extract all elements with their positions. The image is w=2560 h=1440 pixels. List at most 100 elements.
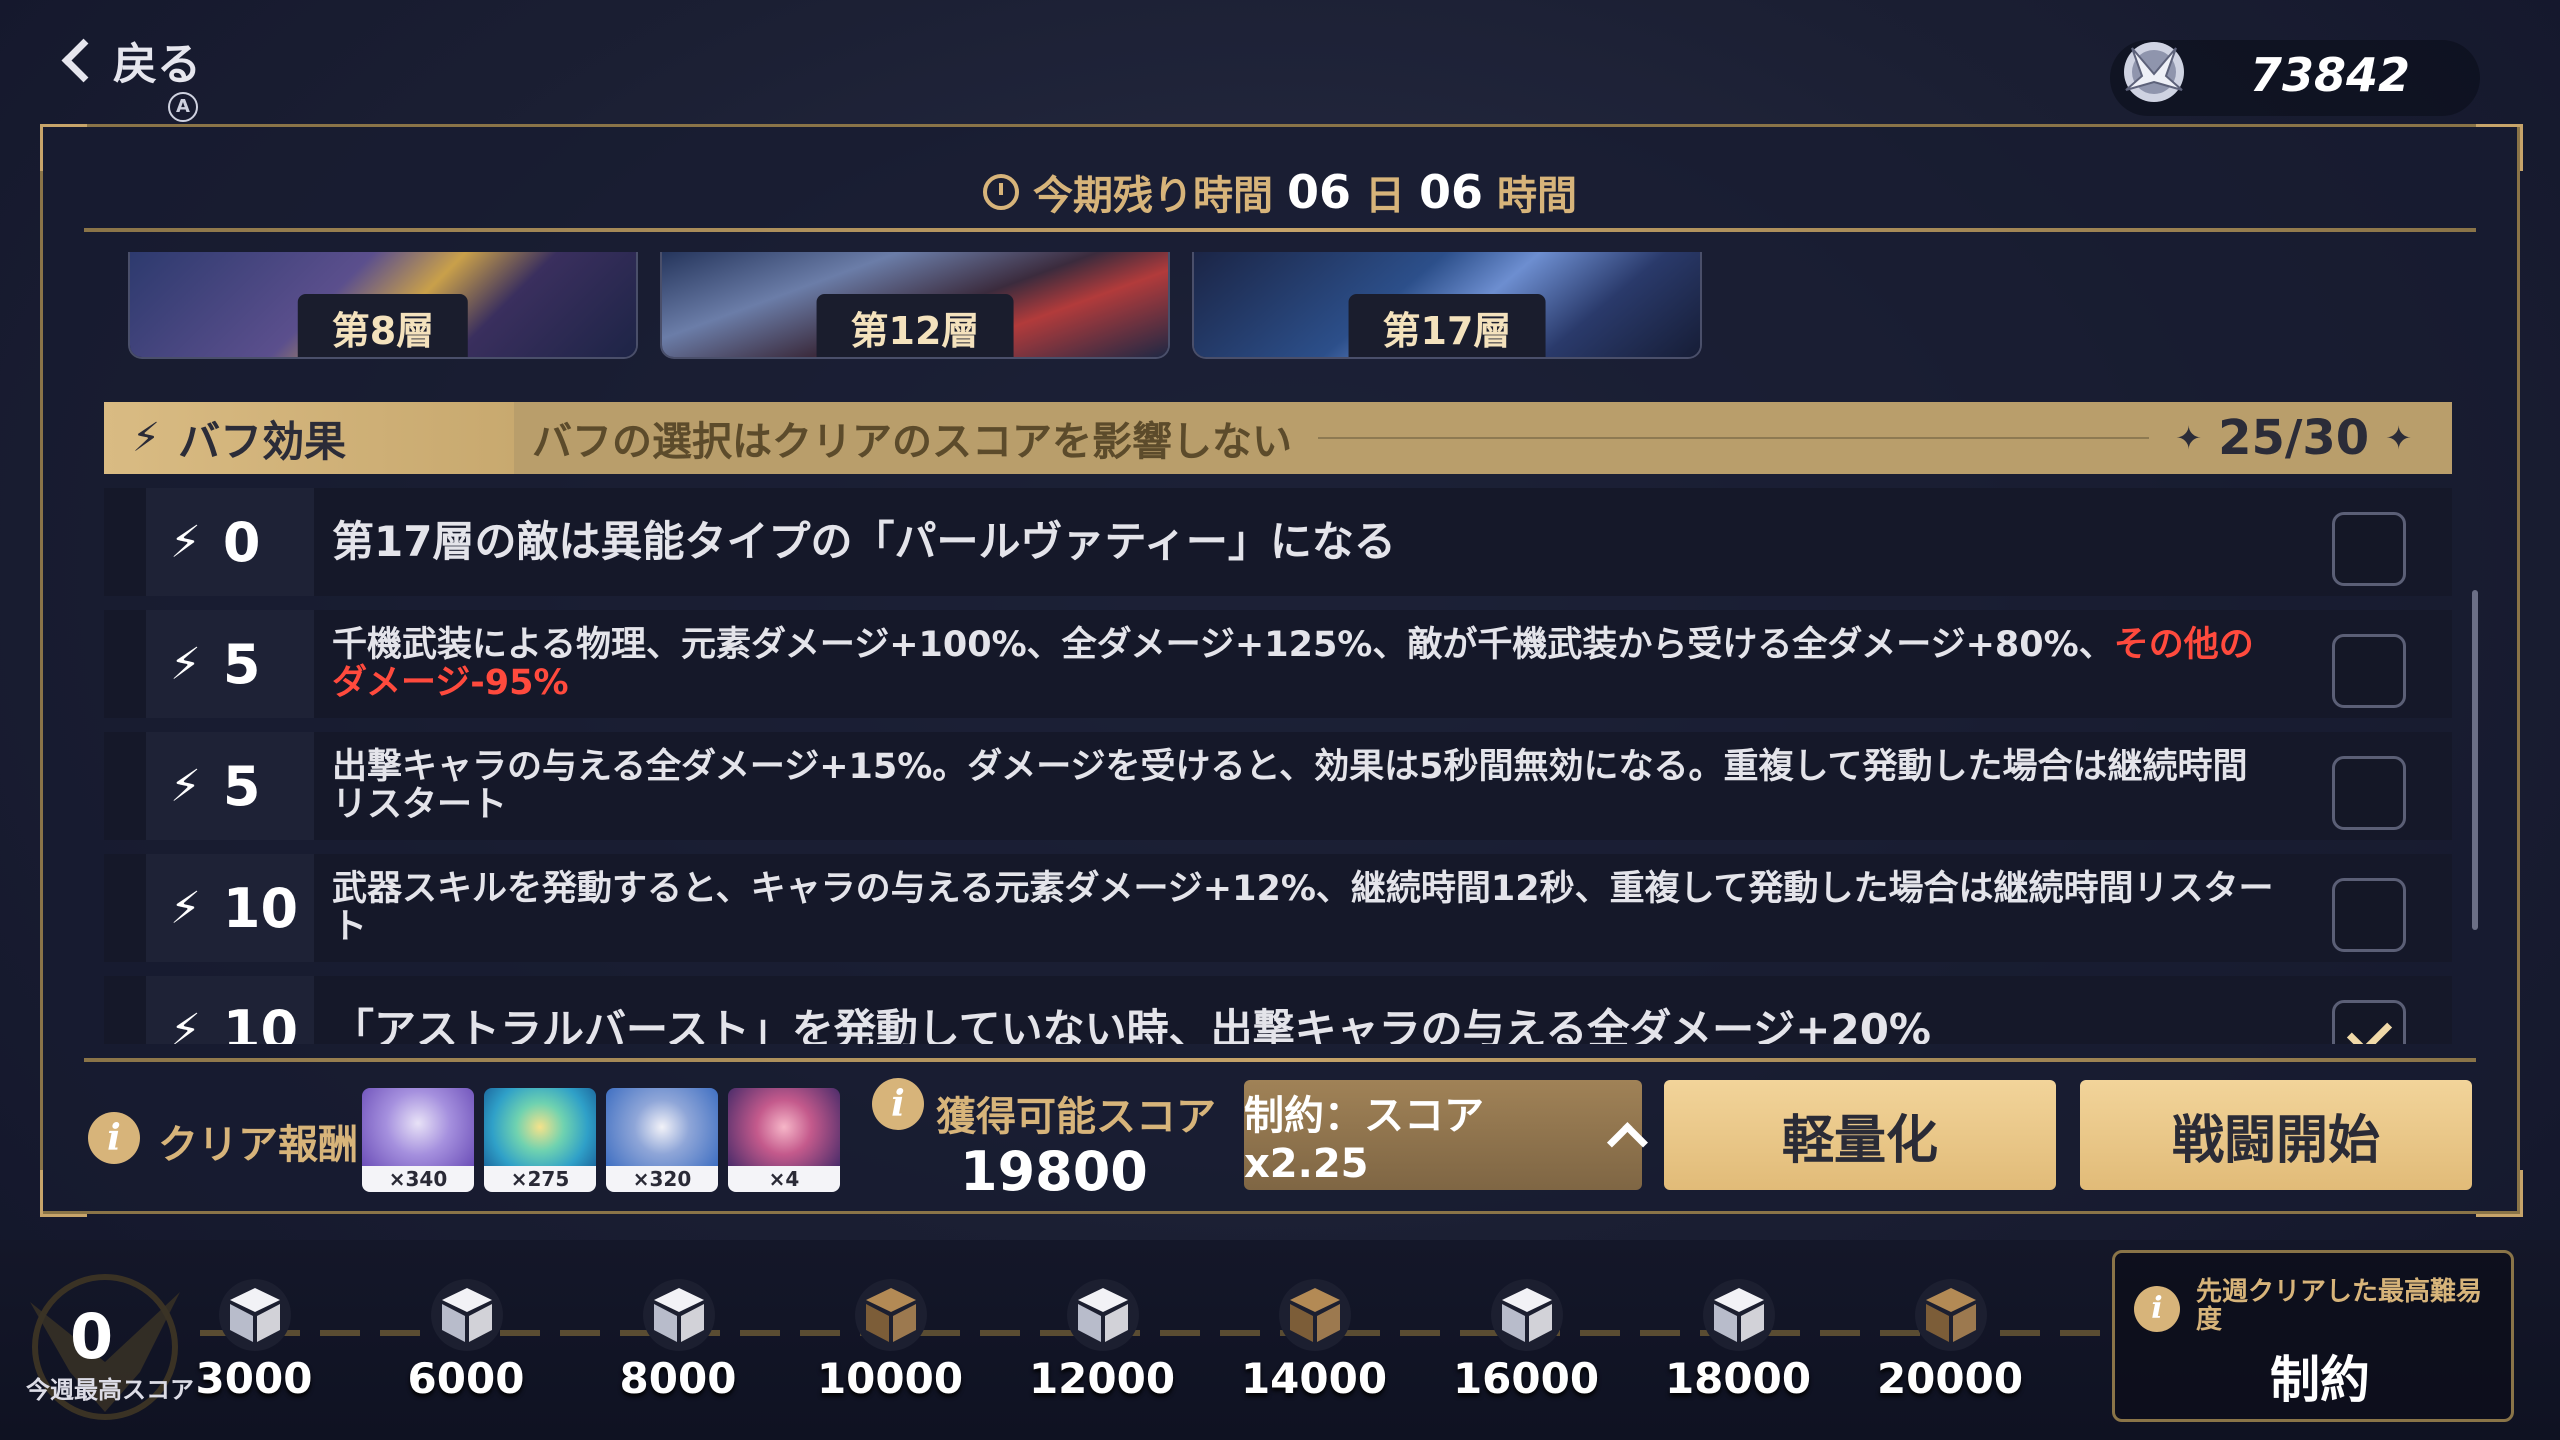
- buff-checkbox[interactable]: [2332, 512, 2406, 586]
- buff-text: 千機武装による物理、元素ダメージ+100%、全ダメージ+125%、敵が千機武装か…: [332, 625, 2114, 665]
- buff-row[interactable]: ⚡ 5 千機武装による物理、元素ダメージ+100%、全ダメージ+125%、敵が千機…: [104, 610, 2452, 718]
- buff-list[interactable]: ⚡ 0 第17層の敵は異能タイプの「パールヴァティー」になる ⚡ 5 千機武装による…: [104, 488, 2452, 1044]
- floor-card-12[interactable]: 第12層: [660, 252, 1170, 359]
- reward-item[interactable]: ×275: [484, 1088, 596, 1192]
- buff-cost-value: 0: [222, 510, 261, 574]
- milestone-reward[interactable]: 8000: [598, 1270, 758, 1420]
- milestone-value: 14000: [1240, 1354, 1388, 1403]
- reward-item[interactable]: ×340: [362, 1088, 474, 1192]
- start-battle-button[interactable]: 戦闘開始: [2080, 1080, 2472, 1190]
- flower-icon: [728, 1088, 840, 1166]
- lighten-button[interactable]: 軽量化: [1664, 1080, 2056, 1190]
- prev-week-label: 先週クリアした最高難易度: [2196, 1277, 2483, 1335]
- milestone-reward[interactable]: 12000: [1022, 1270, 1182, 1420]
- buff-description: 千機武装による物理、元素ダメージ+100%、全ダメージ+125%、敵が千機武装か…: [314, 626, 2274, 702]
- milestone-value: 6000: [407, 1354, 525, 1403]
- sparkle-icon: ✦: [2175, 419, 2203, 457]
- floor-card-8[interactable]: 第8層: [128, 252, 638, 359]
- buff-cost-value: 5: [222, 754, 261, 818]
- timer-hours-unit: 時間: [1497, 173, 1578, 219]
- chevron-up-icon: [1607, 1121, 1649, 1163]
- divider: [84, 228, 2476, 232]
- buff-text: 武器スキルを発動すると、キャラの与える元素ダメージ+12%、継続時間12秒、重複…: [332, 869, 2274, 947]
- emblem-icon: [2124, 42, 2184, 102]
- buff-checkbox[interactable]: [2332, 878, 2406, 952]
- reward-box-icon: [1279, 1279, 1351, 1351]
- buff-cost-value: 10: [222, 998, 299, 1045]
- obtainable-score-label: 獲得可能スコア: [936, 1094, 1216, 1140]
- buff-points-counter: ✦ 25/30 ✦: [2175, 410, 2412, 466]
- buff-checkbox-checked[interactable]: [2332, 1000, 2406, 1044]
- timer-hours: 06: [1419, 165, 1484, 219]
- weekly-best-label: 今週最高スコア: [26, 1376, 194, 1404]
- constraint-button[interactable]: 制約：スコアx2.25: [1244, 1080, 1649, 1190]
- buff-description: 武器スキルを発動すると、キャラの与える元素ダメージ+12%、継続時間12秒、重複…: [314, 870, 2274, 946]
- constraint-label: 制約：スコアx2.25: [1244, 1093, 1484, 1187]
- timer-days: 06: [1286, 165, 1351, 219]
- buff-cost-value: 10: [222, 876, 299, 940]
- sparkle-icon: ✦: [2385, 419, 2412, 457]
- milestone-value: 16000: [1452, 1354, 1600, 1403]
- reward-box-icon: [643, 1279, 715, 1351]
- reward-box-icon: [1915, 1279, 1987, 1351]
- buff-checkbox[interactable]: [2332, 756, 2406, 830]
- buff-cost: ⚡ 5: [146, 732, 314, 840]
- reward-box-icon: [1067, 1279, 1139, 1351]
- weekly-best-score: 0: [70, 1300, 114, 1373]
- frame-corner-ornament: [40, 1170, 87, 1217]
- buff-row[interactable]: ⚡ 10 武器スキルを発動すると、キャラの与える元素ダメージ+12%、継続時間12…: [104, 854, 2452, 962]
- chevron-left-icon: [61, 38, 106, 82]
- milestone-reward[interactable]: 6000: [386, 1270, 546, 1420]
- milestone-value: 8000: [619, 1354, 737, 1403]
- lightning-icon: ⚡: [170, 1004, 201, 1045]
- timer-label: 今期残り時間: [1032, 173, 1273, 219]
- reward-item[interactable]: ×320: [606, 1088, 718, 1192]
- reward-box-icon: [855, 1279, 927, 1351]
- milestone-reward[interactable]: 20000: [1870, 1270, 2030, 1420]
- reward-quantity: ×4: [728, 1166, 840, 1192]
- milestone-value: 20000: [1876, 1354, 2024, 1403]
- divider: [84, 1058, 2476, 1062]
- milestone-value: 12000: [1028, 1354, 1176, 1403]
- milestone-value: 3000: [195, 1354, 313, 1403]
- buff-list-scrollbar[interactable]: [2472, 590, 2478, 930]
- buff-cost-value: 5: [222, 632, 261, 696]
- prev-week-value: 制約: [2270, 1351, 2370, 1409]
- frame-corner-ornament: [2476, 1170, 2523, 1217]
- buff-cost: ⚡ 10: [146, 976, 314, 1044]
- buff-cost: ⚡ 0: [146, 488, 314, 596]
- clock-icon: [982, 174, 1019, 210]
- info-icon[interactable]: i: [2134, 1286, 2180, 1332]
- buff-title: バフ効果: [178, 416, 347, 466]
- medal-icon: [362, 1088, 474, 1166]
- info-icon[interactable]: i: [872, 1078, 924, 1130]
- buff-title-tab: ⚡ バフ効果: [104, 402, 514, 474]
- reward-quantity: ×275: [484, 1166, 596, 1192]
- back-button[interactable]: 戻る: [56, 30, 201, 90]
- milestone-reward[interactable]: 10000: [810, 1270, 970, 1420]
- milestone-reward[interactable]: 3000: [174, 1270, 334, 1420]
- reward-box-icon: [1491, 1279, 1563, 1351]
- floor-card-17[interactable]: 第17層: [1192, 252, 1702, 359]
- milestone-value: 10000: [816, 1354, 964, 1403]
- buff-text: 第17層の敵は異能タイプの「パールヴァティー」になる: [332, 517, 1396, 566]
- timer-days-unit: 日: [1365, 173, 1405, 219]
- milestone-reward[interactable]: 16000: [1446, 1270, 1606, 1420]
- buff-description: 「アストラルバースト」を発動していない時、出撃キャラの与える全ダメージ+20%: [314, 1009, 2274, 1045]
- milestone-reward[interactable]: 18000: [1658, 1270, 1818, 1420]
- back-label: 戻る: [113, 39, 201, 90]
- buff-description: 出撃キャラの与える全ダメージ+15%。ダメージを受けると、効果は5秒間無効になる…: [314, 748, 2274, 824]
- chip-icon: [484, 1088, 596, 1166]
- buff-cost: ⚡ 10: [146, 854, 314, 962]
- buff-row[interactable]: ⚡ 5 出撃キャラの与える全ダメージ+15%。ダメージを受けると、効果は5秒間無効…: [104, 732, 2452, 840]
- buff-checkbox[interactable]: [2332, 634, 2406, 708]
- lightning-icon: ⚡: [132, 415, 161, 461]
- buff-row[interactable]: ⚡ 10 「アストラルバースト」を発動していない時、出撃キャラの与える全ダメージ+…: [104, 976, 2452, 1044]
- milestone-reward[interactable]: 14000: [1234, 1270, 1394, 1420]
- buff-row[interactable]: ⚡ 0 第17層の敵は異能タイプの「パールヴァティー」になる: [104, 488, 2452, 596]
- reward-item[interactable]: ×4: [728, 1088, 840, 1192]
- reward-box-icon: [431, 1279, 503, 1351]
- info-icon[interactable]: i: [88, 1112, 140, 1164]
- buff-header: ⚡ バフ効果 バフの選択はクリアのスコアを影響しない ✦ 25/30 ✦: [104, 402, 2452, 474]
- reward-box-icon: [1703, 1279, 1775, 1351]
